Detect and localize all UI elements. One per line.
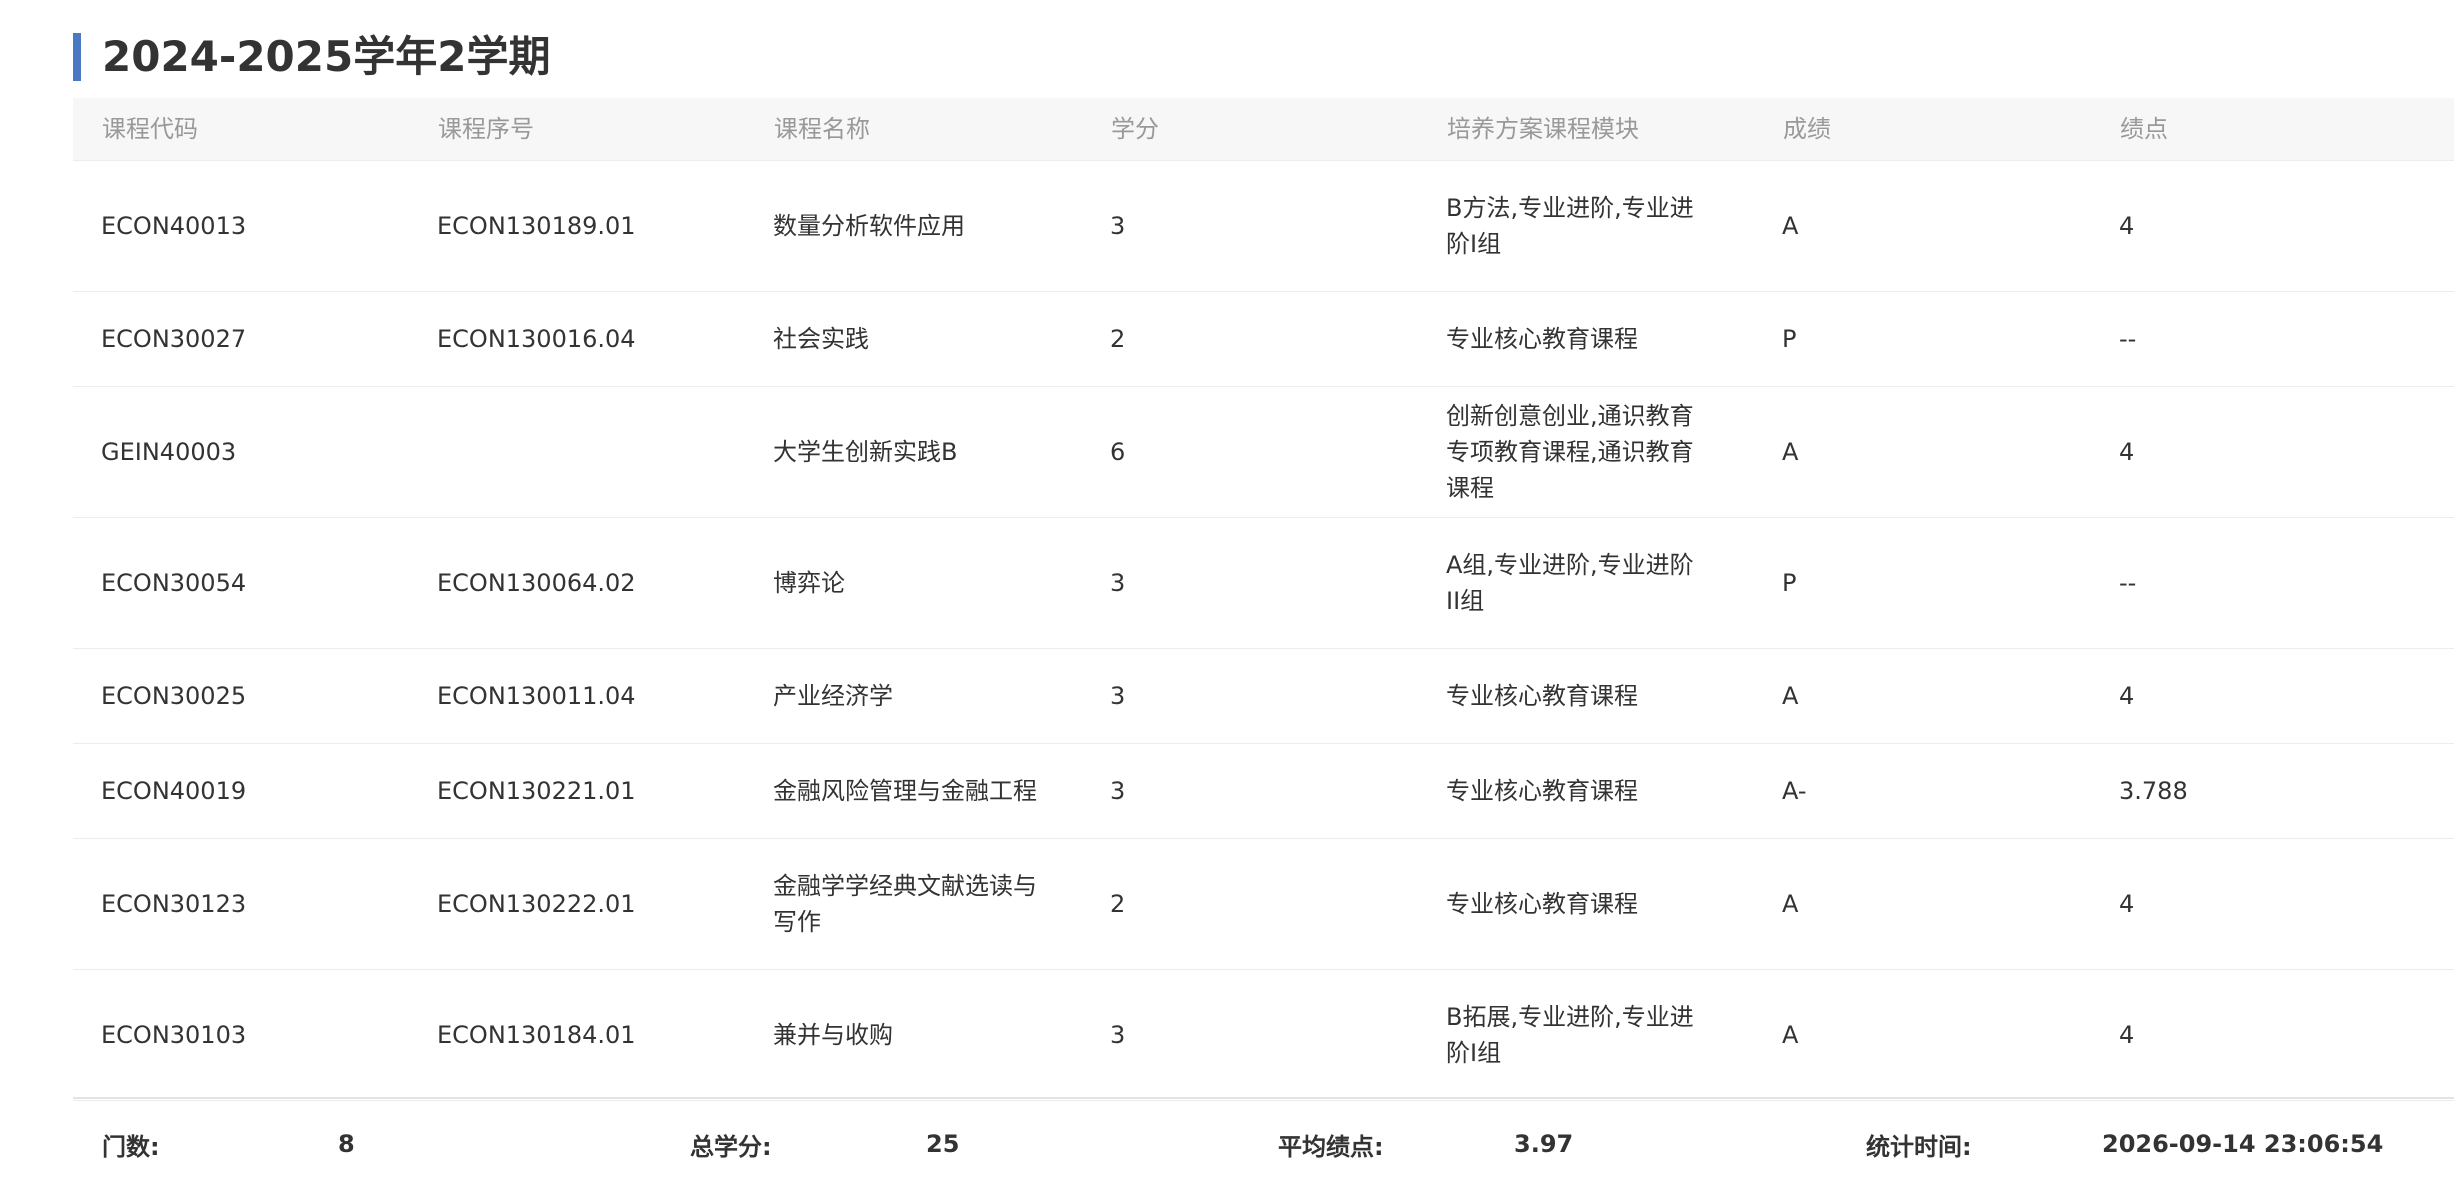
cell-program-module: 专业核心教育课程 bbox=[1446, 682, 1638, 710]
cell-grade: A bbox=[1782, 212, 1799, 240]
cell-grade-point: 4 bbox=[2119, 682, 2135, 710]
cell-grade: A bbox=[1782, 1021, 1799, 1049]
page-title: 2024-2025学年2学期 bbox=[102, 32, 551, 81]
table-header-row: 课程代码 课程序号 课程名称 学分 培养方案课程模块 成绩 绩点 bbox=[73, 98, 2454, 161]
header-credits: 学分 bbox=[1111, 115, 1159, 143]
cell-program-module: A组,专业进阶,专业进阶II组 bbox=[1446, 551, 1694, 615]
cell-course-serial: ECON130222.01 bbox=[437, 890, 636, 918]
cell-credits: 2 bbox=[1110, 325, 1126, 353]
cell-credits: 3 bbox=[1110, 777, 1126, 805]
header-grade: 成绩 bbox=[1783, 115, 1831, 143]
cell-course-name: 兼并与收购 bbox=[773, 1021, 893, 1049]
cell-grade: A bbox=[1782, 890, 1799, 918]
cell-course-code: ECON40019 bbox=[101, 777, 247, 805]
cell-course-name: 大学生创新实践B bbox=[773, 438, 958, 466]
cell-course-code: ECON30103 bbox=[101, 1021, 247, 1049]
cell-grade-point: -- bbox=[2119, 325, 2137, 353]
cell-grade: A- bbox=[1782, 777, 1807, 805]
header-grade-point: 绩点 bbox=[2120, 115, 2168, 143]
cell-course-code: ECON40013 bbox=[101, 212, 247, 240]
summary-count-value: 8 bbox=[338, 1130, 355, 1158]
cell-grade-point: 4 bbox=[2119, 890, 2135, 918]
table-row: GEIN40003 大学生创新实践B 6 创新创意创业,通识教育专项教育课程,通… bbox=[73, 387, 2454, 518]
cell-course-serial: ECON130011.04 bbox=[437, 682, 636, 710]
table-row: ECON40013 ECON130189.01 数量分析软件应用 3 B方法,专… bbox=[73, 161, 2454, 292]
table-row: ECON30123 ECON130222.01 金融学学经典文献选读与写作 2 … bbox=[73, 839, 2454, 970]
cell-course-name: 社会实践 bbox=[773, 325, 869, 353]
cell-course-name: 博弈论 bbox=[773, 569, 845, 597]
summary-credits-label: 总学分: bbox=[690, 1132, 772, 1161]
cell-course-code: ECON30123 bbox=[101, 890, 247, 918]
summary-time-value: 2026-09-14 23:06:54 bbox=[2102, 1130, 2384, 1158]
cell-course-code: ECON30054 bbox=[101, 569, 247, 597]
summary-bar: 门数: 8 总学分: 25 平均绩点: 3.97 统计时间: 2026-09-1… bbox=[73, 1097, 2454, 1189]
cell-grade: A bbox=[1782, 438, 1799, 466]
cell-course-serial: ECON130184.01 bbox=[437, 1021, 636, 1049]
cell-course-serial: ECON130189.01 bbox=[437, 212, 636, 240]
cell-program-module: 专业核心教育课程 bbox=[1446, 777, 1638, 805]
cell-course-serial: ECON130221.01 bbox=[437, 777, 636, 805]
header-course-name: 课程名称 bbox=[774, 115, 870, 143]
summary-gpa-value: 3.97 bbox=[1514, 1130, 1574, 1158]
cell-course-code: GEIN40003 bbox=[101, 438, 237, 466]
cell-program-module: 专业核心教育课程 bbox=[1446, 325, 1638, 353]
cell-credits: 3 bbox=[1110, 682, 1126, 710]
summary-gpa-label: 平均绩点: bbox=[1278, 1132, 1384, 1161]
table-row: ECON30054 ECON130064.02 博弈论 3 A组,专业进阶,专业… bbox=[73, 518, 2454, 649]
cell-grade-point: 4 bbox=[2119, 212, 2135, 240]
cell-program-module: 创新创意创业,通识教育专项教育课程,通识教育课程 bbox=[1446, 402, 1694, 502]
grades-table: 课程代码 课程序号 课程名称 学分 培养方案课程模块 成绩 绩点 ECON400… bbox=[73, 98, 2454, 1101]
cell-credits: 2 bbox=[1110, 890, 1126, 918]
cell-grade-point: -- bbox=[2119, 569, 2137, 597]
summary-time-label: 统计时间: bbox=[1866, 1132, 1972, 1161]
cell-course-code: ECON30027 bbox=[101, 325, 247, 353]
cell-course-name: 产业经济学 bbox=[773, 682, 893, 710]
cell-course-name: 金融风险管理与金融工程 bbox=[773, 777, 1037, 805]
cell-course-serial: ECON130016.04 bbox=[437, 325, 636, 353]
cell-program-module: B方法,专业进阶,专业进阶I组 bbox=[1446, 194, 1694, 258]
table-row: ECON40019 ECON130221.01 金融风险管理与金融工程 3 专业… bbox=[73, 744, 2454, 839]
header-program-module: 培养方案课程模块 bbox=[1447, 115, 1639, 143]
header-course-serial: 课程序号 bbox=[438, 115, 534, 143]
cell-course-name: 金融学学经典文献选读与写作 bbox=[773, 872, 1037, 936]
table-row: ECON30025 ECON130011.04 产业经济学 3 专业核心教育课程… bbox=[73, 649, 2454, 744]
cell-grade: A bbox=[1782, 682, 1799, 710]
cell-program-module: B拓展,专业进阶,专业进阶I组 bbox=[1446, 1003, 1694, 1067]
cell-grade-point: 4 bbox=[2119, 438, 2135, 466]
cell-course-name: 数量分析软件应用 bbox=[773, 212, 965, 240]
cell-grade-point: 4 bbox=[2119, 1021, 2135, 1049]
cell-credits: 3 bbox=[1110, 212, 1126, 240]
cell-grade: P bbox=[1782, 325, 1797, 353]
cell-credits: 6 bbox=[1110, 438, 1126, 466]
header-course-code: 课程代码 bbox=[102, 115, 198, 143]
grade-panel: 2024-2025学年2学期 课程代码 课程序号 课程名称 学分 培养方案课程模… bbox=[73, 0, 2454, 1161]
summary-count-label: 门数: bbox=[102, 1132, 160, 1161]
table-row: ECON30103 ECON130184.01 兼并与收购 3 B拓展,专业进阶… bbox=[73, 970, 2454, 1101]
title-accent-bar bbox=[73, 33, 81, 81]
cell-credits: 3 bbox=[1110, 1021, 1126, 1049]
cell-grade-point: 3.788 bbox=[2119, 777, 2188, 805]
table-row: ECON30027 ECON130016.04 社会实践 2 专业核心教育课程 … bbox=[73, 292, 2454, 387]
cell-credits: 3 bbox=[1110, 569, 1126, 597]
cell-grade: P bbox=[1782, 569, 1797, 597]
summary-credits-value: 25 bbox=[926, 1130, 960, 1158]
cell-course-serial: ECON130064.02 bbox=[437, 569, 636, 597]
cell-course-code: ECON30025 bbox=[101, 682, 247, 710]
cell-program-module: 专业核心教育课程 bbox=[1446, 890, 1638, 918]
